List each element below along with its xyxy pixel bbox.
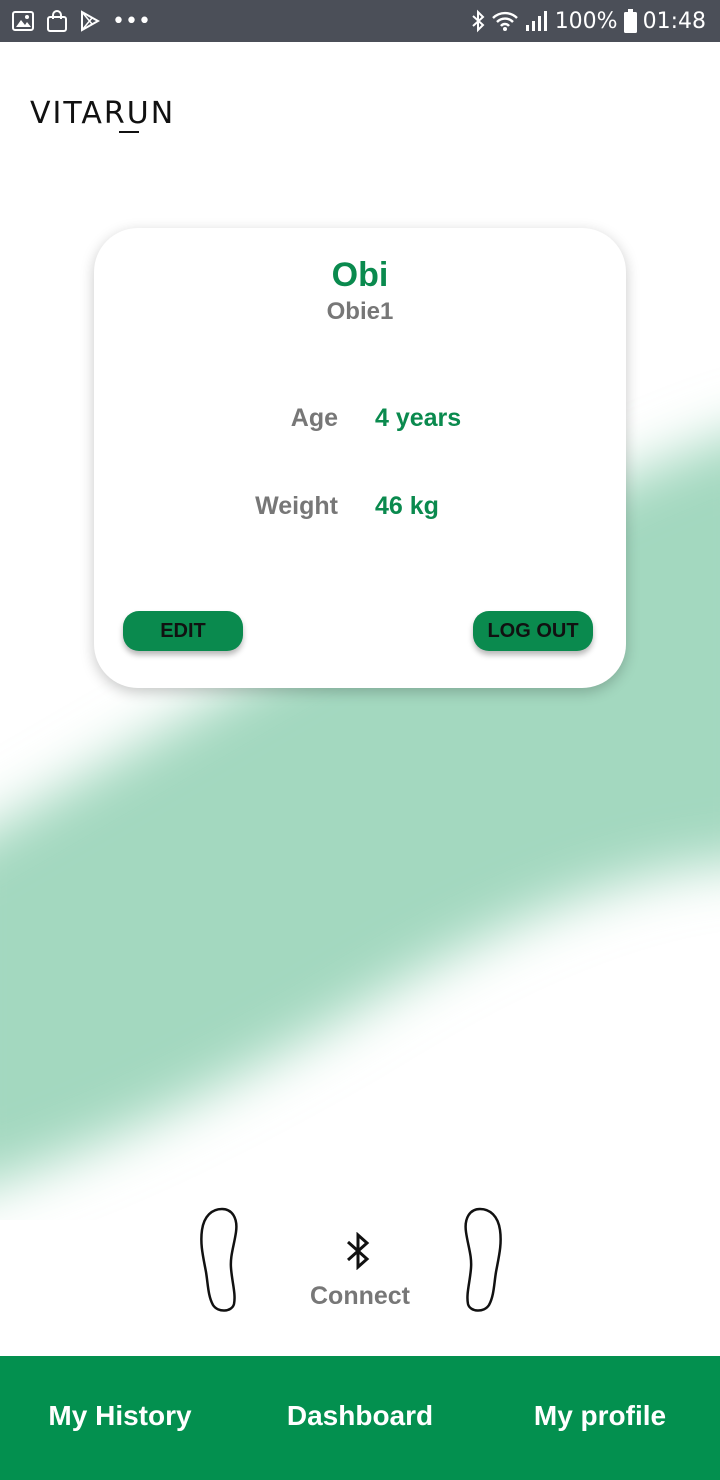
right-insole-icon[interactable] xyxy=(460,1206,504,1314)
logout-button[interactable]: LOG OUT xyxy=(473,611,593,651)
more-notifications-icon: ••• xyxy=(112,8,151,34)
nav-dashboard[interactable]: Dashboard xyxy=(240,1400,480,1436)
profile-card: Obi Obie1 Age 4 years Weight 46 kg EDIT … xyxy=(94,228,626,688)
status-bar-right: 100% 01:48 xyxy=(471,9,706,34)
profile-name: Obi xyxy=(331,256,389,294)
logo-underline xyxy=(119,131,139,133)
status-bar: ••• 100% 01:48 xyxy=(0,0,720,42)
shopping-bag-icon xyxy=(46,10,68,32)
age-label: Age xyxy=(290,404,338,432)
vitarun-logo: VITARUN xyxy=(30,96,176,131)
battery-icon xyxy=(623,9,637,33)
connect-label[interactable]: Connect xyxy=(260,1282,460,1311)
weight-row: Weight 46 kg xyxy=(94,492,626,526)
bluetooth-icon[interactable] xyxy=(343,1232,373,1270)
age-value: 4 years xyxy=(375,404,462,432)
status-bar-left: ••• xyxy=(12,9,151,34)
bluetooth-status-icon xyxy=(471,9,485,33)
nav-my-profile[interactable]: My profile xyxy=(480,1400,720,1436)
edit-button[interactable]: EDIT xyxy=(123,611,243,651)
play-store-icon xyxy=(80,10,100,32)
weight-value: 46 kg xyxy=(375,492,439,520)
age-row: Age 4 years xyxy=(94,404,626,438)
profile-username: Obie1 xyxy=(326,298,394,325)
signal-icon xyxy=(525,10,549,32)
gallery-notification-icon xyxy=(12,11,34,31)
nav-my-history[interactable]: My History xyxy=(0,1400,240,1436)
bottom-navigation: My History Dashboard My profile xyxy=(0,1356,720,1480)
battery-percent: 100% xyxy=(554,8,618,34)
weight-label: Weight xyxy=(255,492,338,520)
clock: 01:48 xyxy=(642,8,706,34)
wifi-icon xyxy=(491,10,519,32)
left-insole-icon[interactable] xyxy=(198,1206,242,1314)
